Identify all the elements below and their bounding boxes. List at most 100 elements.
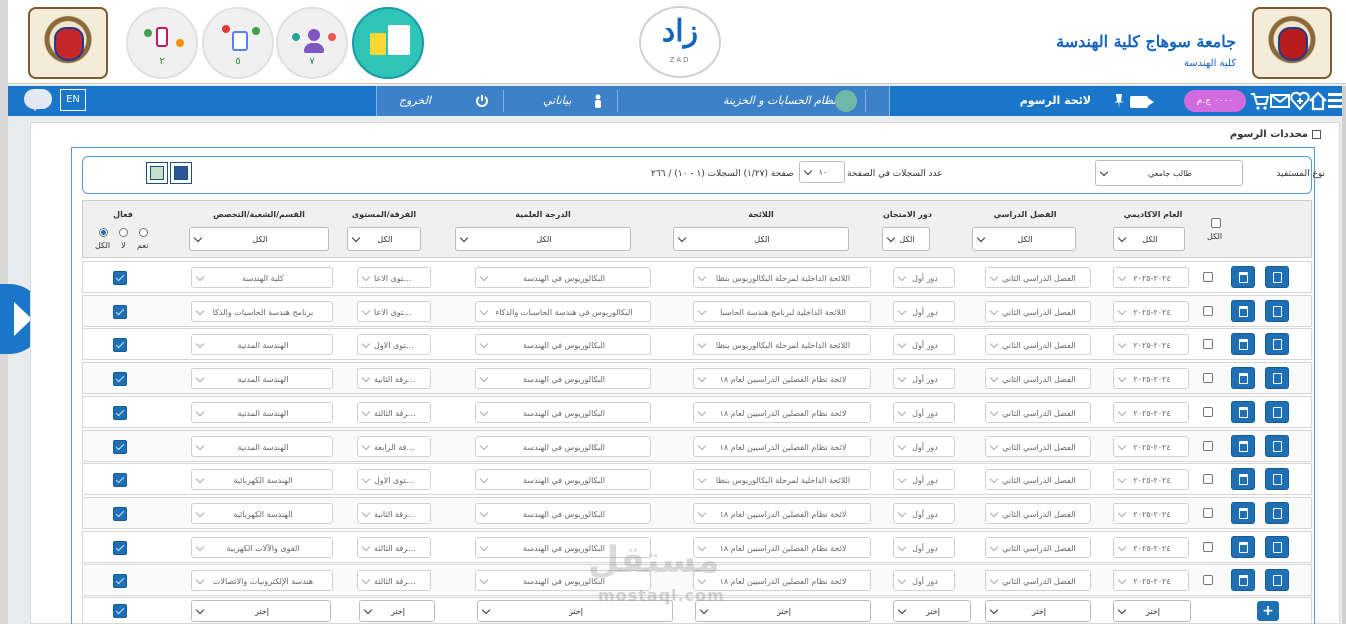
row-active-checkbox[interactable] [113, 305, 127, 319]
filter-dept-select[interactable]: الكل [189, 227, 329, 251]
export-excel-button[interactable] [146, 162, 168, 184]
row-year-select[interactable]: ٢٠٢٤-٢٠٢٥ [1113, 570, 1189, 591]
row-exam-select[interactable]: دور أول [893, 503, 955, 524]
row-year-select[interactable]: ٢٠٢٤-٢٠٢٥ [1113, 301, 1189, 322]
edit-button[interactable] [1265, 401, 1289, 423]
new-active-checkbox[interactable] [113, 604, 127, 618]
edit-button[interactable] [1265, 502, 1289, 524]
row-degree-select[interactable]: البكالوريوس في هندسة الحاسبات والذكاء [475, 301, 651, 322]
row-exam-select[interactable]: دور أول [893, 570, 955, 591]
mail-icon[interactable] [1270, 93, 1290, 109]
row-exam-select[interactable]: دور أول [893, 436, 955, 457]
row-semester-select[interactable]: الفصل الدراسي الثاني [985, 570, 1091, 591]
row-regulation-select[interactable]: لائحة نظام الفصلين الدراسيين لعام ١٨ [693, 436, 871, 457]
health-heart-icon[interactable] [1290, 91, 1310, 111]
row-exam-select[interactable]: دور أول [893, 301, 955, 322]
row-active-checkbox[interactable] [113, 473, 127, 487]
edit-button[interactable] [1265, 468, 1289, 490]
delete-button[interactable] [1231, 468, 1255, 490]
row-select-checkbox[interactable] [1203, 272, 1213, 282]
row-regulation-select[interactable]: اللائحة الداخلية لمرحلة البكالوريوس بنظا [693, 469, 871, 490]
edit-button[interactable] [1265, 536, 1289, 558]
row-select-checkbox[interactable] [1203, 474, 1213, 484]
row-select-checkbox[interactable] [1203, 407, 1213, 417]
row-dept-select[interactable]: الهندسة الكهربائية [191, 503, 333, 524]
active-radio-all[interactable] [99, 228, 108, 237]
new-year-select[interactable]: إختر [1113, 600, 1191, 622]
filter-semester-select[interactable]: الكل [972, 227, 1076, 251]
edit-button[interactable] [1265, 367, 1289, 389]
row-active-checkbox[interactable] [113, 338, 127, 352]
row-select-checkbox[interactable] [1203, 339, 1213, 349]
row-level-select[interactable]: المستوى الاول [357, 469, 431, 490]
row-level-select[interactable]: الفرقة الثانية [357, 368, 431, 389]
row-semester-select[interactable]: الفصل الدراسي الثاني [985, 267, 1091, 288]
row-dept-select[interactable]: القوى والآلات الكهربية [191, 537, 333, 558]
row-active-checkbox[interactable] [113, 372, 127, 386]
row-year-select[interactable]: ٢٠٢٤-٢٠٢٥ [1113, 436, 1189, 457]
row-semester-select[interactable]: الفصل الدراسي الثاني [985, 402, 1091, 423]
filter-regulation-select[interactable]: الكل [673, 227, 849, 251]
row-degree-select[interactable]: البكالوريوس في الهندسة [475, 368, 651, 389]
new-dept-select[interactable]: إختر [191, 600, 331, 622]
row-active-checkbox[interactable] [113, 507, 127, 521]
row-year-select[interactable]: ٢٠٢٤-٢٠٢٥ [1113, 537, 1189, 558]
row-dept-select[interactable]: الهندسة الكهربائية [191, 469, 333, 490]
row-exam-select[interactable]: دور أول [893, 267, 955, 288]
edit-button[interactable] [1265, 333, 1289, 355]
my-data-link[interactable]: بياناتي [543, 86, 571, 116]
row-select-checkbox[interactable] [1203, 575, 1213, 585]
row-degree-select[interactable]: البكالوريوس في الهندسة [475, 436, 651, 457]
row-semester-select[interactable]: الفصل الدراسي الثاني [985, 334, 1091, 355]
row-degree-select[interactable]: البكالوريوس في الهندسة [475, 267, 651, 288]
edit-button[interactable] [1265, 266, 1289, 288]
home-icon[interactable] [1308, 91, 1328, 111]
delete-button[interactable] [1231, 333, 1255, 355]
active-radio-no[interactable] [119, 228, 128, 237]
row-regulation-select[interactable]: لائحة نظام الفصلين الدراسيين لعام ١٨ [693, 537, 871, 558]
delete-button[interactable] [1231, 367, 1255, 389]
row-select-checkbox[interactable] [1203, 373, 1213, 383]
row-exam-select[interactable]: دور أول [893, 469, 955, 490]
row-regulation-select[interactable]: لائحة نظام الفصلين الدراسيين لعام ١٨ [693, 368, 871, 389]
row-degree-select[interactable]: البكالوريوس في الهندسة [475, 503, 651, 524]
row-regulation-select[interactable]: لائحة نظام الفصلين الدراسيين لعام ١٨ [693, 503, 871, 524]
delete-button[interactable] [1231, 266, 1255, 288]
power-icon[interactable] [475, 94, 489, 108]
delete-button[interactable] [1231, 569, 1255, 591]
row-exam-select[interactable]: دور أول [893, 368, 955, 389]
delete-button[interactable] [1231, 536, 1255, 558]
row-level-select[interactable]: الفرقة الثالثة [357, 402, 431, 423]
row-exam-select[interactable]: دور أول [893, 402, 955, 423]
row-exam-select[interactable]: دور أول [893, 537, 955, 558]
row-year-select[interactable]: ٢٠٢٤-٢٠٢٥ [1113, 503, 1189, 524]
per-page-select[interactable]: ١٠ [799, 161, 845, 183]
row-level-select[interactable]: الفرقة الثالثة [357, 537, 431, 558]
logout-link[interactable]: الخروج [399, 86, 431, 116]
row-active-checkbox[interactable] [113, 541, 127, 555]
filter-year-select[interactable]: الكل [1113, 227, 1185, 251]
row-exam-select[interactable]: دور أول [893, 334, 955, 355]
delete-button[interactable] [1231, 435, 1255, 457]
delete-button[interactable] [1231, 300, 1255, 322]
edit-button[interactable] [1265, 569, 1289, 591]
scrollbar[interactable] [1342, 86, 1346, 624]
row-semester-select[interactable]: الفصل الدراسي الثاني [985, 301, 1091, 322]
edit-button[interactable] [1265, 435, 1289, 457]
row-regulation-select[interactable]: لائحة نظام الفصلين الدراسيين لعام ١٨ [693, 402, 871, 423]
row-regulation-select[interactable]: اللائحة الداخلية لمرحلة البكالوريوس بنظا [693, 267, 871, 288]
row-semester-select[interactable]: الفصل الدراسي الثاني [985, 436, 1091, 457]
row-active-checkbox[interactable] [113, 574, 127, 588]
export-word-button[interactable] [170, 162, 192, 184]
row-active-checkbox[interactable] [113, 406, 127, 420]
filter-exam-select[interactable]: الكل [882, 227, 930, 251]
row-level-select[interactable]: الفرقة الرابعة [357, 436, 431, 457]
row-select-checkbox[interactable] [1203, 542, 1213, 552]
select-all-checkbox[interactable] [1211, 218, 1221, 228]
row-semester-select[interactable]: الفصل الدراسي الثاني [985, 537, 1091, 558]
row-semester-select[interactable]: الفصل الدراسي الثاني [985, 503, 1091, 524]
mobile-app-icon[interactable]: ٢ [126, 7, 198, 79]
row-level-select[interactable]: الفرقة الثالثة [357, 570, 431, 591]
new-semester-select[interactable]: إختر [985, 600, 1091, 622]
row-dept-select[interactable]: كلية الهندسة [191, 267, 333, 288]
